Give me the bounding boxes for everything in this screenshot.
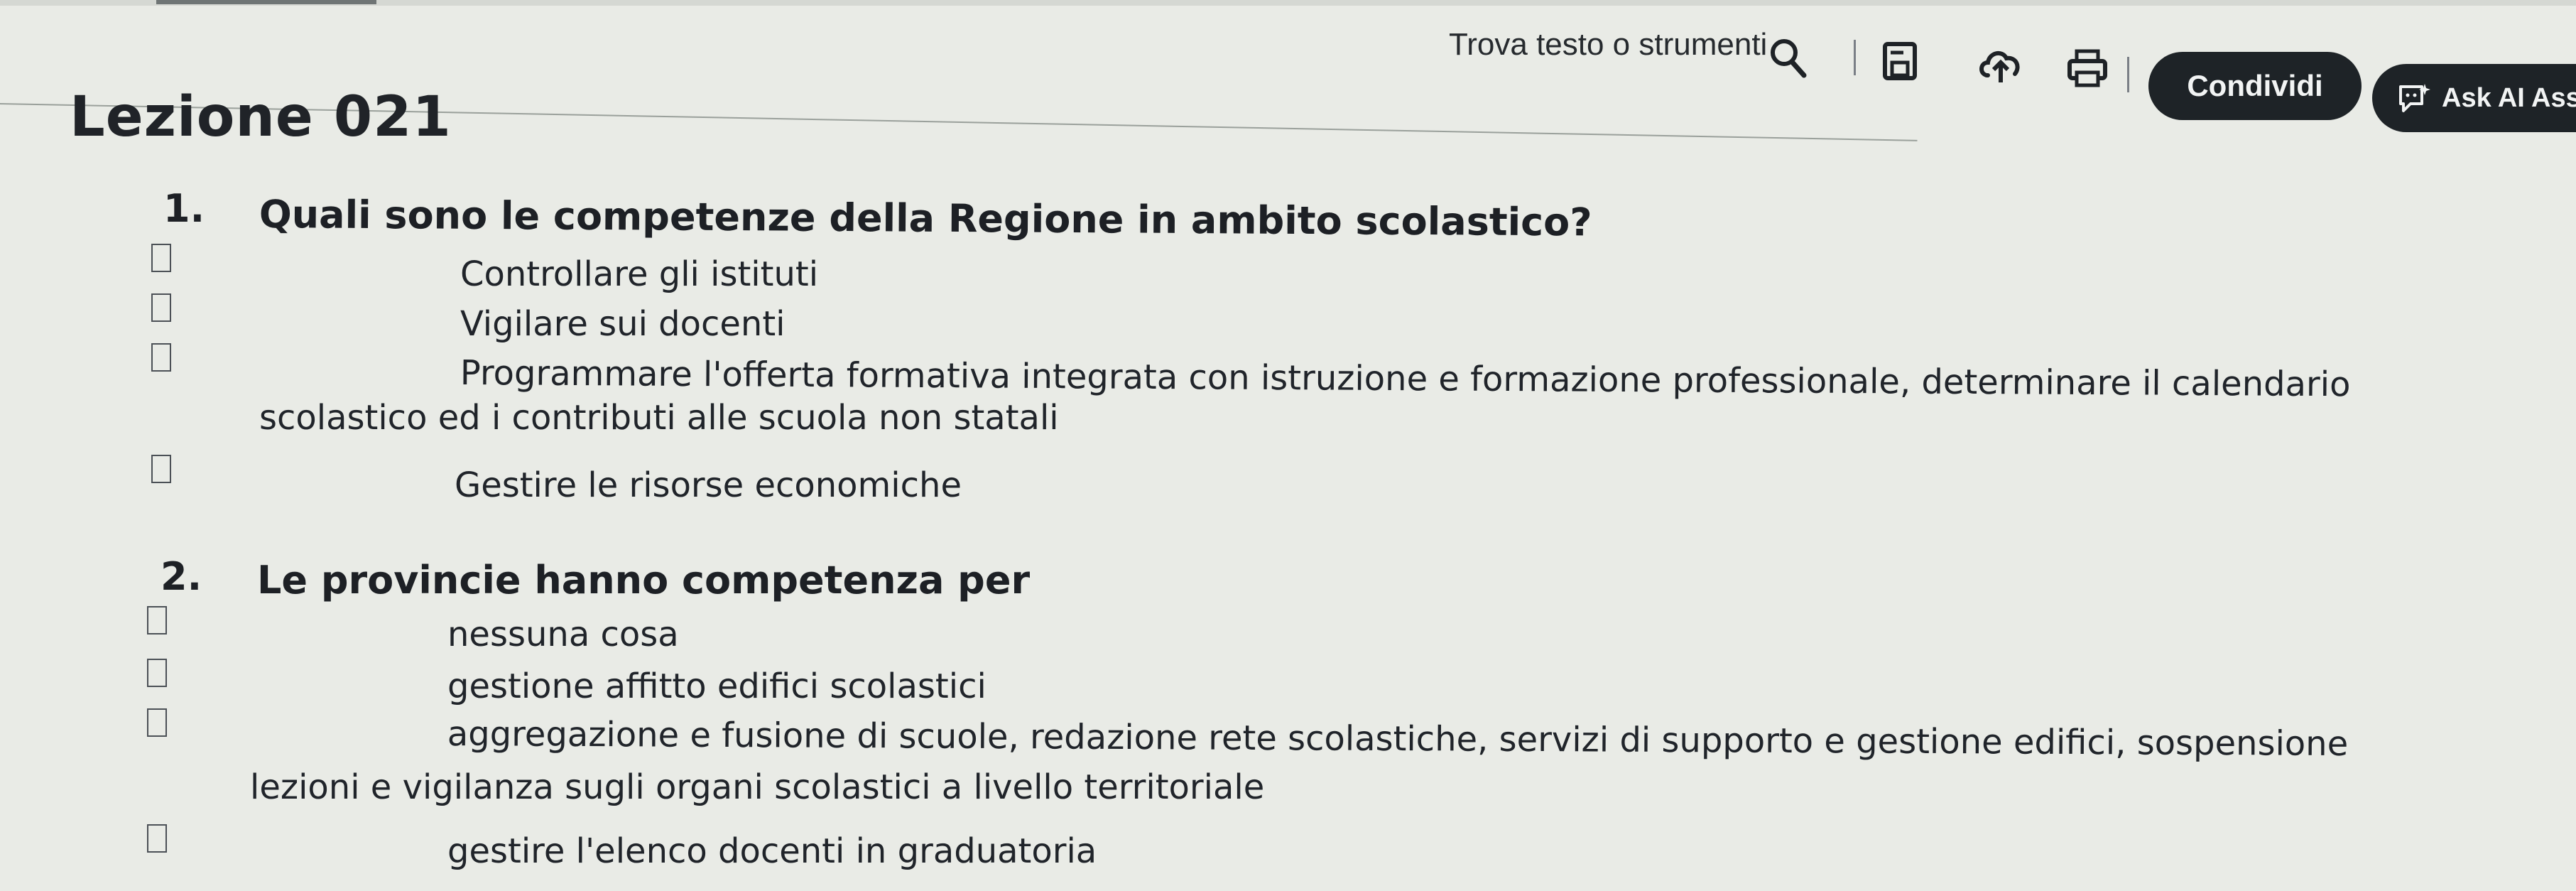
print-icon[interactable] [2067, 48, 2108, 88]
option-checkbox[interactable] [151, 455, 171, 483]
toolbar-separator [1854, 40, 1856, 75]
option-text: gestione affitto edifici scolastici [447, 666, 987, 706]
question-text: Quali sono le competenze della Regione i… [259, 192, 1592, 245]
share-button[interactable]: Condividi [2148, 52, 2362, 120]
option-text: aggregazione e fusione di scuole, redazi… [447, 714, 2349, 765]
option-text: Gestire le risorse economiche [455, 465, 962, 505]
question-number: 1. [163, 186, 205, 231]
toolbar: Trova testo o strumenti Condividi Ask AI… [1428, 13, 2576, 132]
option-checkbox[interactable] [151, 244, 171, 272]
question-number: 2. [161, 554, 202, 599]
option-checkbox[interactable] [147, 659, 167, 687]
option-text: Programmare l'offerta formativa integrat… [460, 353, 2351, 405]
option-checkbox[interactable] [151, 293, 171, 322]
ask-ai-label: Ask AI Assi [2442, 82, 2576, 113]
search-input[interactable]: Trova testo o strumenti [1449, 27, 1767, 63]
option-checkbox[interactable] [147, 606, 167, 634]
page-title: Lezione 021 [70, 85, 452, 149]
option-text-continued: scolastico ed i contributi alle scuola n… [259, 398, 1059, 438]
option-checkbox[interactable] [151, 343, 171, 372]
ai-assistant-icon [2399, 84, 2430, 112]
ask-ai-button[interactable]: Ask AI Assi [2372, 64, 2576, 132]
option-checkbox[interactable] [147, 708, 167, 737]
tab-strip-bar [156, 0, 376, 4]
search-icon[interactable] [1768, 36, 1808, 78]
option-text: nessuna cosa [447, 615, 679, 654]
option-text: Controllare gli istituti [460, 254, 819, 294]
upload-cloud-icon[interactable] [1978, 44, 2023, 84]
option-text: gestire l'elenco docenti in graduatoria [447, 831, 1097, 871]
option-checkbox[interactable] [147, 824, 167, 853]
toolbar-separator [2127, 57, 2129, 92]
option-text-continued: lezioni e vigilanza sugli organi scolast… [250, 767, 1265, 807]
option-text: Vigilare sui docenti [460, 304, 786, 344]
question-text: Le provincie hanno competenza per [257, 558, 1031, 603]
save-icon[interactable] [1882, 41, 1918, 81]
window-top-edge [0, 0, 2576, 6]
